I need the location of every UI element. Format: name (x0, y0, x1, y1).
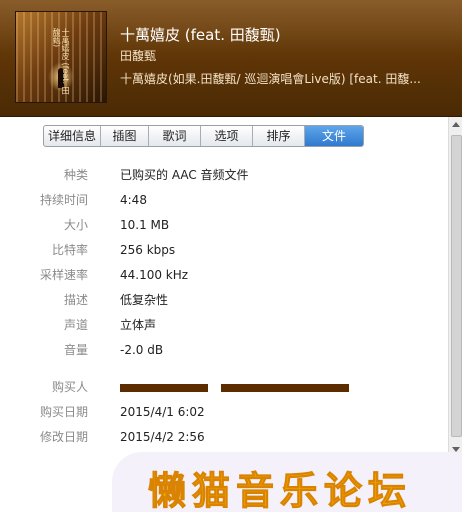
field-value: -2.0 dB (120, 343, 164, 357)
tab-artwork[interactable]: 插图 (101, 126, 149, 146)
field-label: 描述 (63, 293, 88, 307)
artwork-title-text: 十萬嬉皮 (feat. 田馥甄) (52, 28, 70, 95)
info-tabbar: 详细信息 插图 歌词 选项 排序 文件 (43, 125, 364, 147)
track-header: 十萬嬉皮 (feat. 田馥甄) 十萬嬉皮 (feat. 田馥甄) 田馥甄 十萬… (0, 0, 462, 117)
field-duration: 持续时间 4:48 (0, 190, 440, 210)
tab-lyrics[interactable]: 歌词 (149, 126, 201, 146)
redacted-buyer-name (120, 384, 208, 392)
tab-file[interactable]: 文件 (305, 126, 363, 146)
tab-details[interactable]: 详细信息 (44, 126, 101, 146)
field-channels: 声道 立体声 (0, 315, 440, 335)
scroll-thumb[interactable] (451, 135, 462, 437)
field-label: 种类 (63, 168, 88, 182)
field-label: 采样速率 (39, 268, 88, 282)
field-modified-date: 修改日期 2015/4/2 2:56 (0, 427, 440, 447)
track-artist: 田馥甄 (120, 49, 157, 63)
scroll-up-icon[interactable] (452, 122, 460, 127)
field-value: 低复杂性 (120, 293, 169, 307)
field-value: 256 kbps (120, 243, 176, 257)
field-bitrate: 比特率 256 kbps (0, 240, 440, 260)
vertical-scrollbar[interactable] (448, 117, 462, 457)
field-label: 声道 (63, 318, 88, 332)
field-sample-rate: 采样速率 44.100 kHz (0, 265, 440, 285)
tab-options[interactable]: 选项 (201, 126, 253, 146)
field-label: 修改日期 (39, 430, 88, 444)
field-value: 已购买的 AAC 音频文件 (120, 168, 249, 182)
track-title: 十萬嬉皮 (feat. 田馥甄) (120, 26, 281, 44)
field-value: 44.100 kHz (120, 268, 189, 282)
field-label: 大小 (63, 218, 88, 232)
field-label: 音量 (63, 343, 88, 357)
album-artwork[interactable]: 十萬嬉皮 (feat. 田馥甄) (15, 11, 107, 103)
field-value: 2015/4/1 6:02 (120, 405, 205, 419)
redacted-buyer-account (221, 384, 349, 392)
field-volume: 音量 -2.0 dB (0, 340, 440, 360)
field-value: 10.1 MB (120, 218, 170, 232)
field-value: 4:48 (120, 193, 147, 207)
forum-watermark: 懒猫音乐论坛 (112, 452, 462, 514)
field-value: 2015/4/2 2:56 (120, 430, 205, 444)
field-size: 大小 10.1 MB (0, 215, 440, 235)
field-label: 持续时间 (39, 193, 88, 207)
track-album: 十萬嬉皮(如果.田馥甄/ 巡迴演唱會Live版) [feat. 田馥... (120, 72, 421, 86)
field-description: 描述 低复杂性 (0, 290, 440, 310)
field-purchase-date: 购买日期 2015/4/1 6:02 (0, 402, 440, 422)
field-kind: 种类 已购买的 AAC 音频文件 (0, 165, 440, 185)
field-label: 购买人 (51, 380, 88, 394)
field-label: 比特率 (51, 243, 88, 257)
field-value: 立体声 (120, 318, 157, 332)
watermark-text: 懒猫音乐论坛 (147, 469, 413, 514)
tab-sorting[interactable]: 排序 (253, 126, 305, 146)
field-label: 购买日期 (39, 405, 88, 419)
field-buyer: 购买人 (0, 377, 440, 397)
